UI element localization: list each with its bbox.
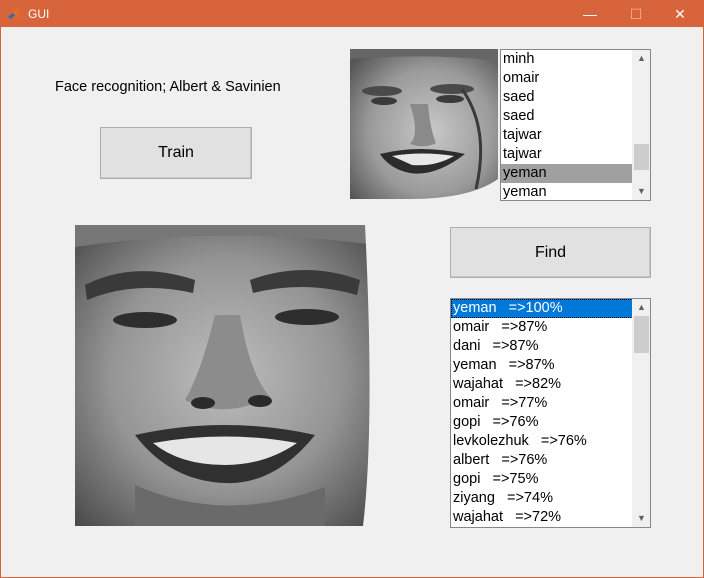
app-label: Face recognition; Albert & Savinien (55, 79, 281, 95)
list-item[interactable]: saed (501, 107, 633, 126)
query-face-image (75, 225, 376, 526)
names-list-items: minh omair saed saed tajwar tajwar yeman… (501, 50, 633, 200)
matlab-icon (8, 7, 22, 20)
title-bar[interactable]: GUI — ☐ ✕ (1, 1, 703, 27)
scroll-up-icon[interactable]: ▲ (633, 50, 650, 67)
matched-face-image (350, 49, 498, 199)
result-item[interactable]: dani =>87% (451, 337, 633, 356)
result-item[interactable]: omair =>77% (451, 394, 633, 413)
list-item[interactable]: tajwar (501, 126, 633, 145)
result-item[interactable]: yeman =>87% (451, 356, 633, 375)
result-item[interactable]: gopi =>76% (451, 413, 633, 432)
scroll-down-icon[interactable]: ▼ (633, 183, 650, 200)
minimize-button[interactable]: — (567, 1, 613, 27)
result-item[interactable]: albert =>76% (451, 451, 633, 470)
maximize-button[interactable]: ☐ (613, 1, 659, 27)
scrollbar-thumb[interactable] (634, 144, 649, 170)
list-item[interactable]: saed (501, 88, 633, 107)
results-scrollbar[interactable]: ▲ ▼ (632, 299, 650, 527)
find-button[interactable]: Find (450, 227, 651, 278)
result-item[interactable]: levkolezhuk =>76% (451, 432, 633, 451)
list-item[interactable]: yeman (501, 183, 633, 200)
train-button[interactable]: Train (100, 127, 252, 179)
window-title: GUI (28, 7, 50, 21)
list-item[interactable]: tajwar (501, 145, 633, 164)
names-scrollbar[interactable]: ▲ ▼ (632, 50, 650, 200)
list-item[interactable]: minh (501, 50, 633, 69)
scroll-up-icon[interactable]: ▲ (633, 299, 650, 316)
results-listbox[interactable]: yeman =>100% omair =>87% dani =>87% yema… (450, 298, 651, 528)
list-item[interactable]: omair (501, 69, 633, 88)
close-button[interactable]: ✕ (657, 1, 703, 27)
result-item[interactable]: wajahat =>72% (451, 508, 633, 527)
scrollbar-thumb[interactable] (634, 316, 649, 353)
result-item-selected[interactable]: yeman =>100% (451, 299, 633, 318)
scroll-down-icon[interactable]: ▼ (633, 510, 650, 527)
names-listbox[interactable]: minh omair saed saed tajwar tajwar yeman… (500, 49, 651, 201)
result-item[interactable]: wajahat =>82% (451, 375, 633, 394)
list-item-selected[interactable]: yeman (501, 164, 633, 183)
result-item[interactable]: gopi =>75% (451, 470, 633, 489)
results-list-items: yeman =>100% omair =>87% dani =>87% yema… (451, 299, 633, 527)
result-item[interactable]: omair =>87% (451, 318, 633, 337)
result-item[interactable]: ziyang =>74% (451, 489, 633, 508)
